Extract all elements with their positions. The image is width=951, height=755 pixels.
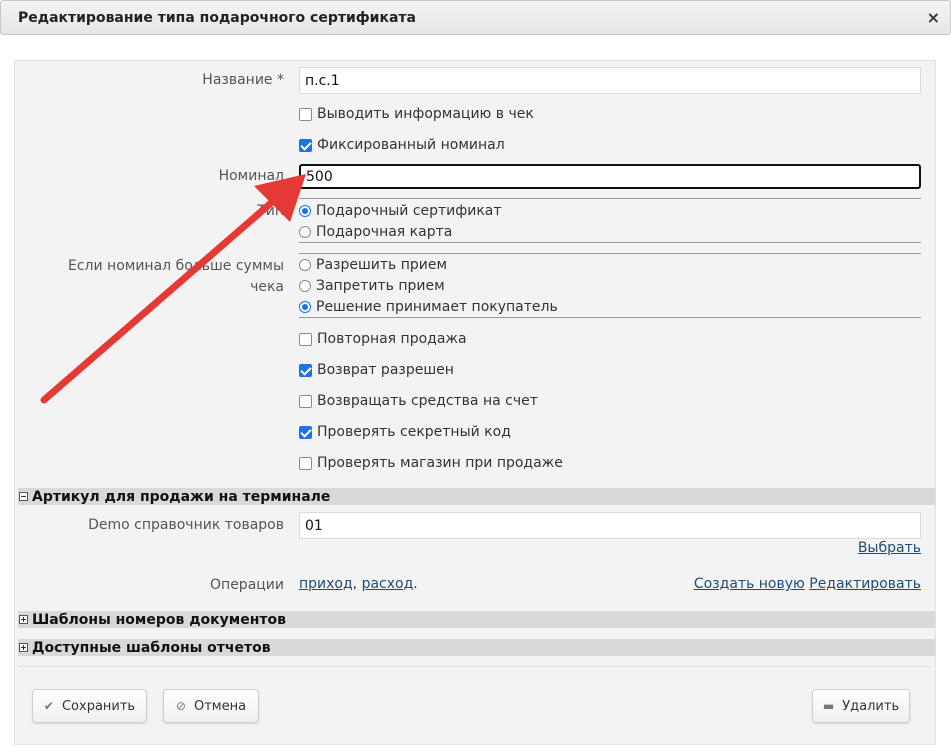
name-input[interactable]: [299, 67, 921, 94]
print-info-label: Выводить информацию в чек: [317, 106, 534, 122]
delete-button-label: Удалить: [842, 698, 900, 714]
collapse-icon[interactable]: [19, 492, 28, 501]
type-certificate-radio[interactable]: [299, 205, 311, 217]
exceed-option-deny[interactable]: Запретить прием: [299, 278, 445, 294]
refund-to-account-checkbox[interactable]: [299, 394, 312, 408]
check-secret-code-option[interactable]: Проверять секретный код: [299, 424, 511, 440]
refund-checkbox[interactable]: [299, 363, 312, 377]
catalog-label: Demo справочник товаров: [88, 517, 284, 533]
type-label: Тип: [257, 203, 284, 219]
fixed-nominal-label: Фиксированный номинал: [317, 137, 505, 153]
exceed-group-top-line: [299, 253, 921, 254]
delete-button[interactable]: ▬ Удалить: [812, 689, 910, 723]
exceed-deny-label: Запретить прием: [316, 278, 445, 294]
cancel-button-label: Отмена: [193, 698, 247, 714]
check-store-label: Проверять магазин при продаже: [317, 455, 563, 471]
section-article-title: Артикул для продажи на терминале: [32, 488, 331, 505]
exceed-deny-radio[interactable]: [299, 280, 311, 292]
exceed-option-buyer[interactable]: Решение принимает покупатель: [299, 299, 558, 315]
operations-label: Операции: [210, 577, 284, 593]
section-article-header[interactable]: Артикул для продажи на терминале: [18, 488, 935, 505]
nominal-label: Номинал: [218, 168, 284, 184]
minus-icon: ▬: [822, 699, 835, 713]
resale-label: Повторная продажа: [317, 331, 467, 347]
dialog-titlebar: Редактирование типа подарочного сертифик…: [0, 0, 951, 35]
refund-to-account-label: Возвращать средства на счет: [317, 393, 538, 409]
type-group-bottom-line: [299, 242, 921, 243]
section-doc-templates-header[interactable]: Шаблоны номеров документов: [18, 611, 935, 628]
resale-option[interactable]: Повторная продажа: [299, 331, 467, 347]
edit-link[interactable]: Редактировать: [809, 576, 921, 592]
cancel-button[interactable]: ⊘ Отмена: [163, 689, 259, 723]
section-doc-templates-title: Шаблоны номеров документов: [32, 611, 286, 628]
catalog-input[interactable]: [299, 512, 921, 539]
close-icon[interactable]: ×: [927, 8, 940, 27]
check-store-checkbox[interactable]: [299, 456, 312, 470]
check-secret-code-checkbox[interactable]: [299, 425, 312, 439]
type-certificate-label: Подарочный сертификат: [316, 203, 502, 219]
nominal-input[interactable]: [299, 164, 921, 189]
section-report-templates-title: Доступные шаблоны отчетов: [32, 639, 271, 656]
save-button[interactable]: ✔ Сохранить: [32, 689, 147, 723]
operation-separator: ,: [352, 576, 358, 592]
operations-list: приход, расход.: [299, 576, 418, 592]
refund-label: Возврат разрешен: [317, 362, 454, 378]
check-secret-code-label: Проверять секретный код: [317, 424, 511, 440]
checkmark-icon: ✔: [43, 699, 54, 713]
exceed-label-line1: Если номинал больше суммы: [68, 258, 284, 274]
exceed-label-line2: чека: [250, 279, 284, 295]
section-report-templates-header[interactable]: Доступные шаблоны отчетов: [18, 639, 935, 656]
type-option-certificate[interactable]: Подарочный сертификат: [299, 203, 502, 219]
dialog-title: Редактирование типа подарочного сертифик…: [18, 10, 416, 26]
operation-income-link[interactable]: приход: [299, 576, 353, 592]
check-store-option[interactable]: Проверять магазин при продаже: [299, 455, 563, 471]
exceed-allow-label: Разрешить прием: [316, 257, 448, 273]
exceed-buyer-radio[interactable]: [299, 301, 311, 313]
exceed-group-bottom-line: [299, 317, 921, 318]
type-card-radio[interactable]: [299, 226, 311, 238]
exceed-buyer-label: Решение принимает покупатель: [316, 299, 558, 315]
save-button-label: Сохранить: [61, 698, 136, 714]
refund-to-account-option[interactable]: Возвращать средства на счет: [299, 393, 538, 409]
fixed-nominal-option[interactable]: Фиксированный номинал: [299, 137, 505, 153]
operation-expense-link[interactable]: расход: [362, 576, 414, 592]
resale-checkbox[interactable]: [299, 332, 312, 346]
exceed-option-allow[interactable]: Разрешить прием: [299, 257, 447, 273]
fixed-nominal-checkbox[interactable]: [299, 138, 312, 152]
expand-icon[interactable]: [19, 643, 28, 652]
refund-option[interactable]: Возврат разрешен: [299, 362, 454, 378]
cancel-icon: ⊘: [175, 699, 186, 713]
print-info-option[interactable]: Выводить информацию в чек: [299, 106, 534, 122]
type-option-card[interactable]: Подарочная карта: [299, 224, 452, 240]
footer-divider: [18, 666, 932, 667]
type-group-top-line: [299, 198, 921, 199]
print-info-checkbox[interactable]: [299, 107, 312, 121]
choose-link[interactable]: Выбрать: [858, 540, 921, 556]
type-card-label: Подарочная карта: [316, 224, 453, 240]
create-new-link[interactable]: Создать новую: [694, 576, 805, 592]
name-label: Название *: [202, 72, 284, 88]
exceed-allow-radio[interactable]: [299, 259, 311, 271]
exceed-label: Если номинал больше суммы чека: [40, 256, 284, 298]
operation-actions: Создать новую Редактировать: [694, 576, 921, 592]
expand-icon[interactable]: [19, 615, 28, 624]
operation-end: .: [413, 576, 418, 592]
